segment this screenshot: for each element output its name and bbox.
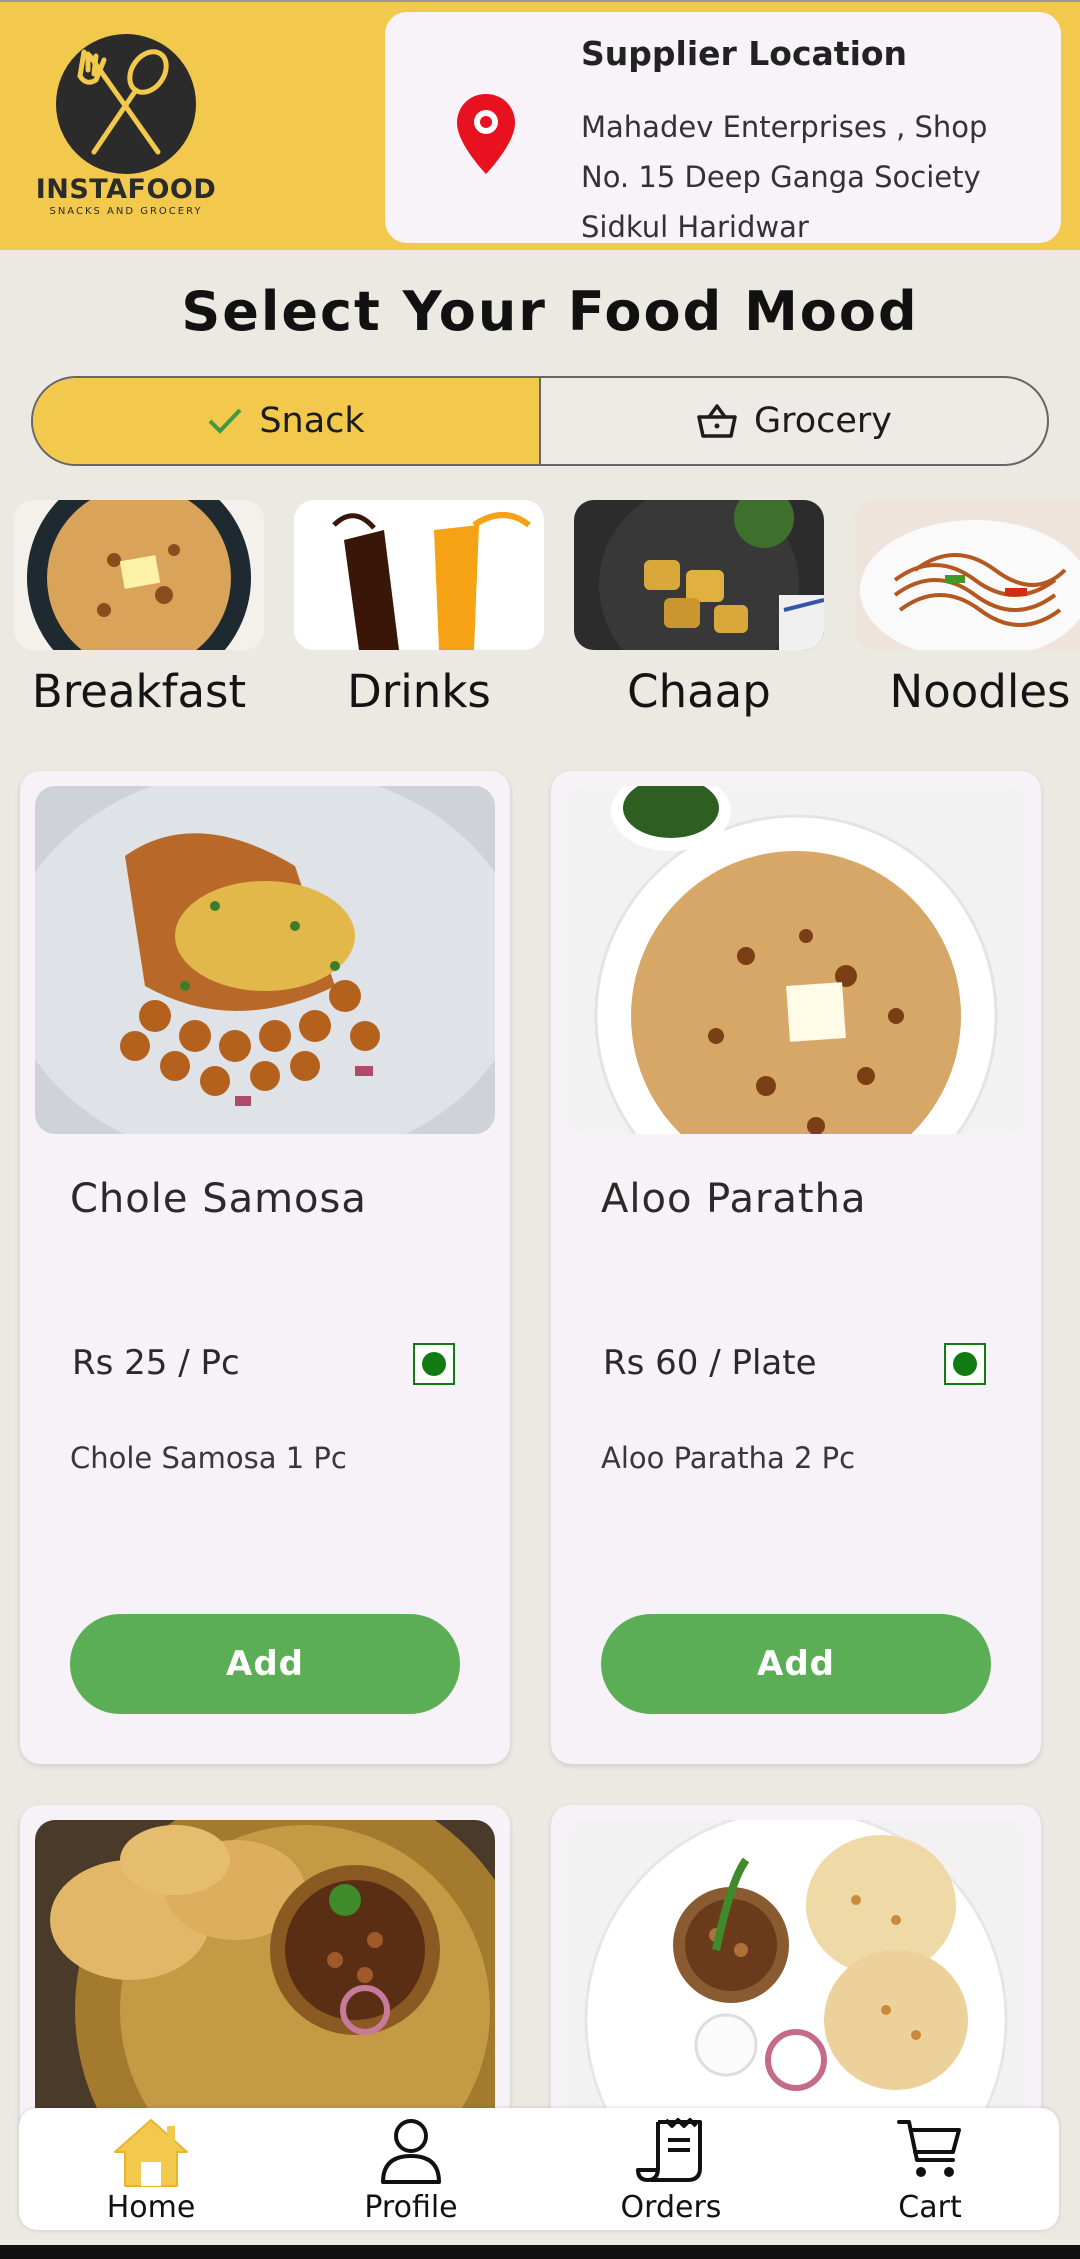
bottom-navigation: Home Profile Orders Cart	[19, 2108, 1059, 2230]
grocery-toggle-button[interactable]: Grocery	[541, 378, 1047, 464]
breakfast-image	[14, 500, 264, 650]
product-card	[20, 1805, 510, 2135]
nav-home[interactable]: Home	[51, 2108, 251, 2230]
basket-icon	[697, 404, 737, 438]
snack-toggle-label: Snack	[259, 401, 365, 441]
chole-samosa-image	[35, 786, 495, 1134]
brand-tagline: SNACKS AND GROCERY	[49, 206, 203, 217]
category-label: Drinks	[347, 665, 491, 718]
nav-label: Orders	[620, 2190, 722, 2225]
profile-icon	[381, 2119, 441, 2184]
nav-label: Cart	[898, 2190, 962, 2225]
cart-icon	[897, 2120, 961, 2177]
home-icon	[114, 2119, 188, 2187]
supplier-address-line: Mahadev Enterprises , Shop	[581, 110, 988, 144]
brand-logo: INSTAFOOD SNACKS AND GROCERY	[34, 34, 234, 224]
category-drinks[interactable]: Drinks	[294, 500, 544, 730]
noodles-image	[855, 500, 1080, 650]
category-breakfast[interactable]: Breakfast	[14, 500, 264, 730]
add-button[interactable]: Add	[70, 1614, 460, 1714]
supplier-location-card[interactable]: Supplier Location Mahadev Enterprises , …	[385, 12, 1061, 244]
category-label: Noodles	[889, 665, 1071, 718]
nav-label: Home	[106, 2190, 196, 2225]
orders-icon	[636, 2118, 702, 2182]
supplier-address-line: No. 15 Deep Ganga Society	[581, 160, 981, 194]
nav-profile[interactable]: Profile	[311, 2108, 511, 2230]
product-description: Aloo Paratha 2 Pc	[601, 1441, 856, 1475]
chaap-image	[574, 500, 824, 650]
app-header: INSTAFOOD SNACKS AND GROCERY Supplier Lo…	[0, 0, 1080, 250]
check-icon	[208, 408, 242, 434]
product-card: Chole Samosa Rs 25 / Pc Chole Samosa 1 P…	[20, 771, 510, 1764]
nav-orders[interactable]: Orders	[571, 2108, 771, 2230]
brand-name: INSTAFOOD	[35, 174, 217, 205]
aloo-paratha-image	[566, 786, 1026, 1134]
nav-cart[interactable]: Cart	[830, 2108, 1030, 2230]
product-card: Aloo Paratha Rs 60 / Plate Aloo Paratha …	[551, 771, 1041, 1764]
chole-kulche-image	[566, 1820, 1026, 2135]
product-card	[551, 1805, 1041, 2135]
category-label: Chaap	[627, 665, 771, 718]
grocery-toggle-label: Grocery	[753, 401, 893, 441]
category-chaap[interactable]: Chaap	[574, 500, 824, 730]
product-description: Chole Samosa 1 Pc	[70, 1441, 347, 1475]
product-price: Rs 60 / Plate	[603, 1343, 817, 1383]
nav-label: Profile	[364, 2190, 458, 2225]
category-strip[interactable]: Breakfast Drinks Chaap Noodles	[14, 500, 1080, 730]
chole-bhature-image	[35, 1820, 495, 2135]
add-button[interactable]: Add	[601, 1614, 991, 1714]
snack-toggle-button[interactable]: Snack	[33, 378, 541, 464]
drinks-image	[294, 500, 544, 650]
system-gesture-bar	[0, 2245, 1080, 2259]
location-pin-icon	[457, 94, 515, 174]
veg-indicator-icon	[944, 1343, 986, 1385]
fork-spoon-icon	[56, 34, 196, 174]
category-label: Breakfast	[31, 665, 247, 718]
supplier-address-line: Sidkul Haridwar	[581, 210, 809, 244]
category-noodles[interactable]: Noodles	[855, 500, 1080, 730]
supplier-title: Supplier Location	[581, 34, 908, 73]
product-name: Chole Samosa	[70, 1176, 367, 1222]
product-price: Rs 25 / Pc	[72, 1343, 240, 1383]
product-name: Aloo Paratha	[601, 1176, 867, 1222]
food-mood-toggle: Snack Grocery	[31, 376, 1049, 466]
supplier-address: Mahadev Enterprises , Shop No. 15 Deep G…	[581, 102, 1041, 252]
veg-indicator-icon	[413, 1343, 455, 1385]
food-mood-title: Select Your Food Mood	[181, 280, 919, 343]
